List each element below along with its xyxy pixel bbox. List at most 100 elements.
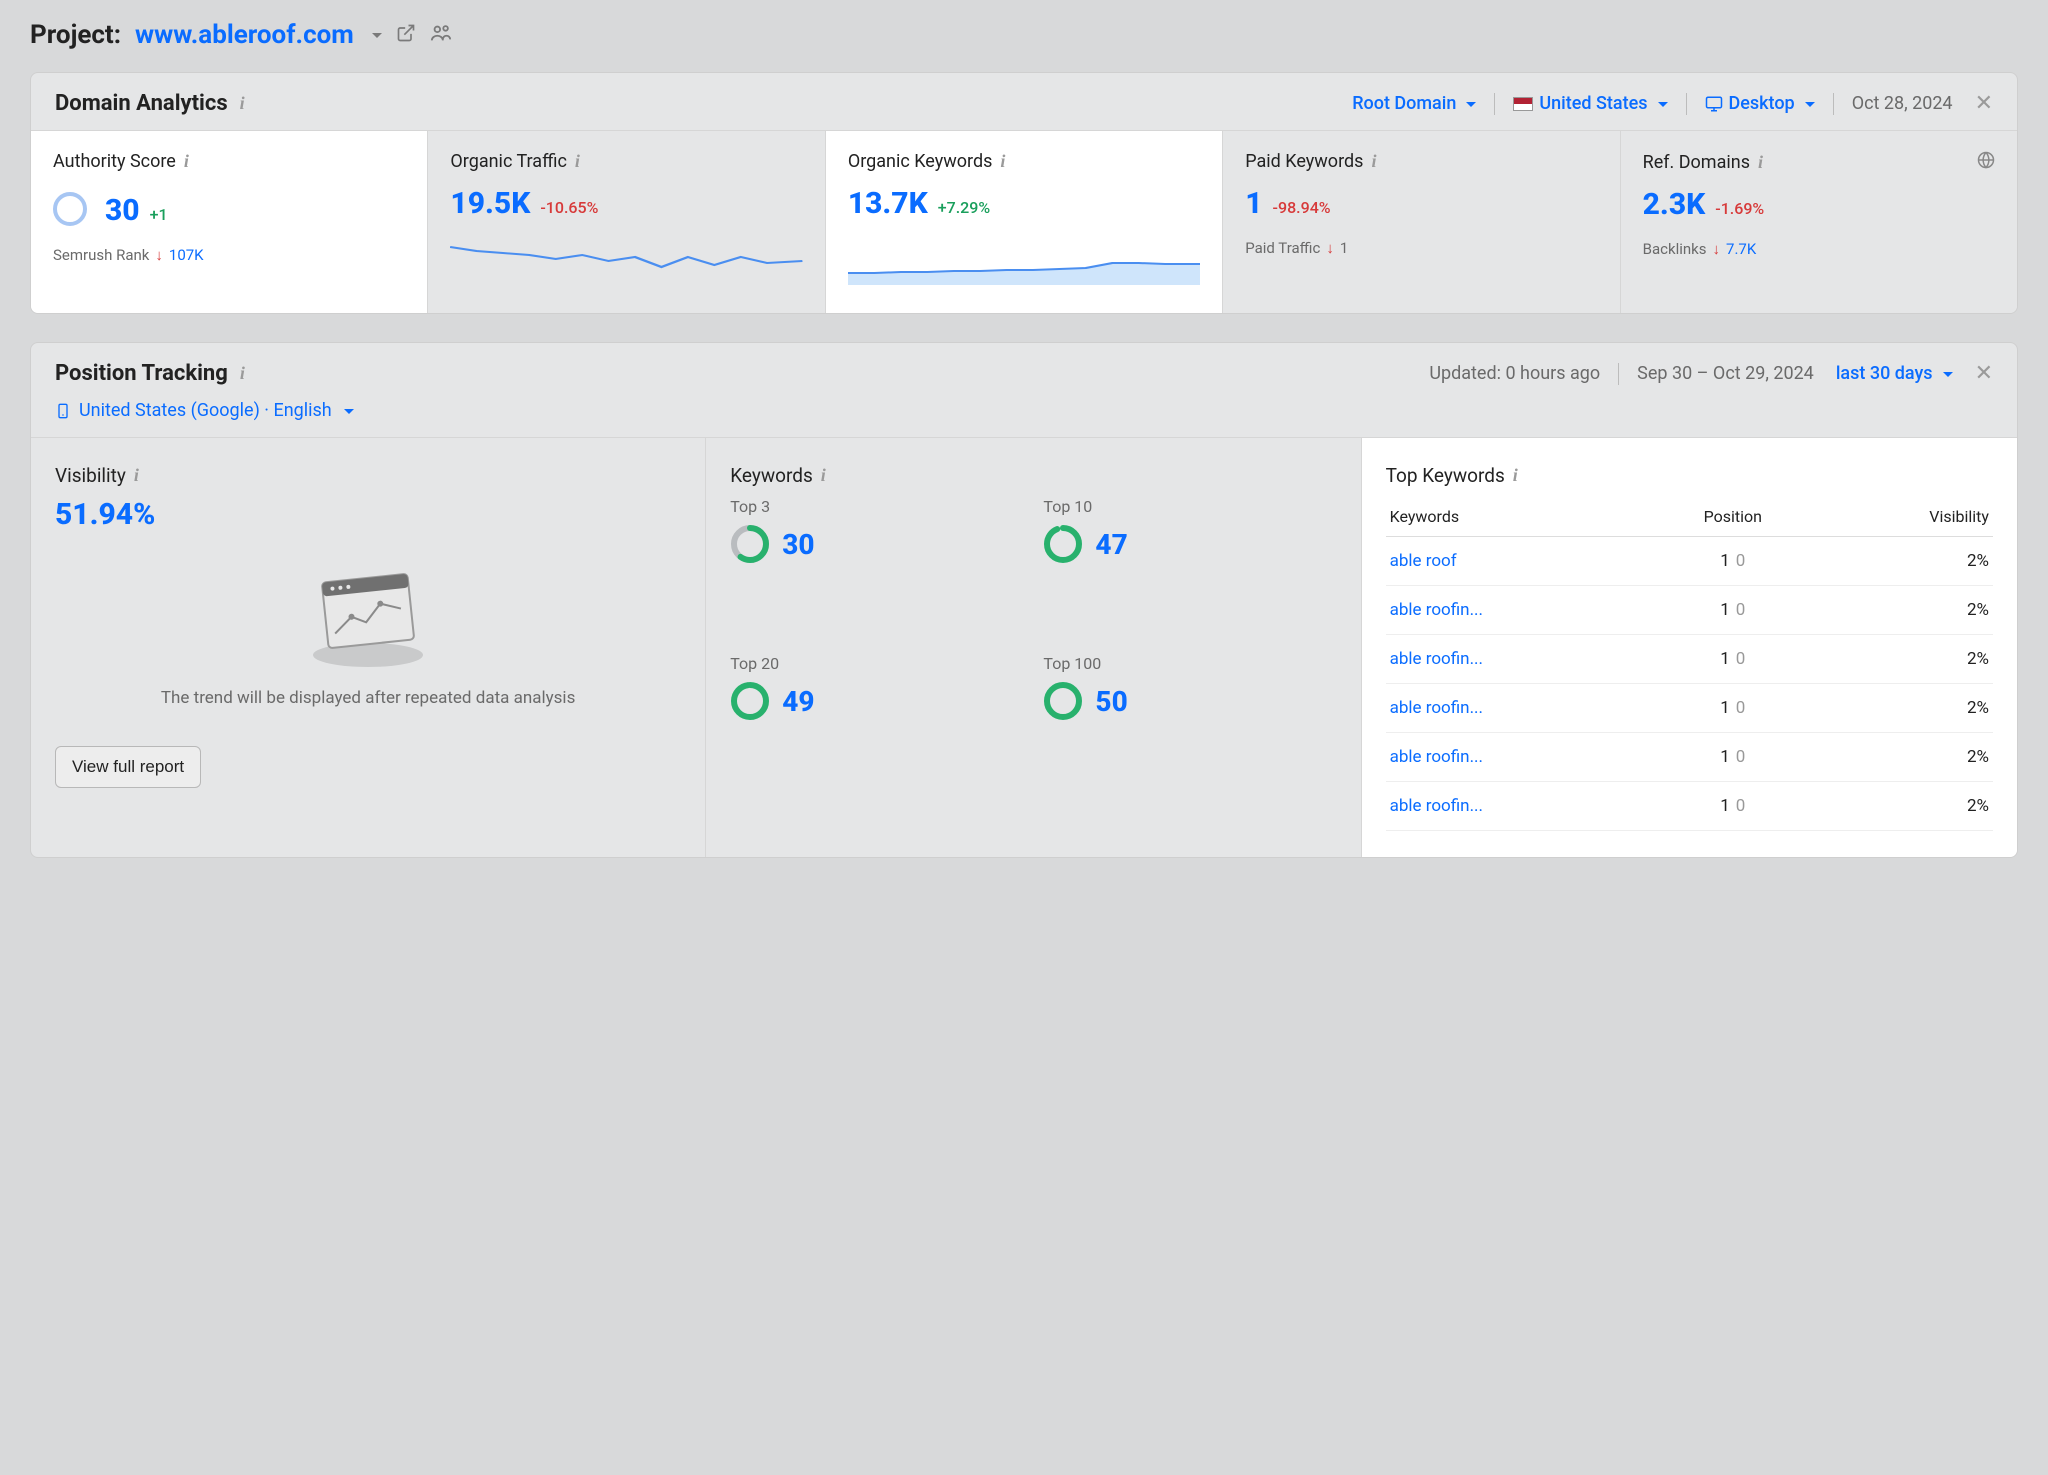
group-value: 50 — [1095, 685, 1127, 718]
sub-value: 7.7K — [1726, 240, 1756, 258]
donut-icon — [730, 524, 770, 564]
metric-value: 19.5K — [450, 186, 530, 221]
info-icon[interactable]: i — [575, 151, 580, 172]
keyword-group[interactable]: Top 330 — [730, 497, 1023, 564]
date-range: Sep 30 – Oct 29, 2024 — [1637, 363, 1814, 384]
position-cell: 10 — [1647, 684, 1818, 733]
card-organic-keywords[interactable]: Organic Keywords i 13.7K +7.29% — [826, 131, 1223, 313]
section-title: Top Keywords — [1386, 464, 1505, 487]
position-cell: 10 — [1647, 635, 1818, 684]
panel-header: Position Tracking i Updated: 0 hours ago… — [31, 343, 2017, 400]
donut-icon — [1043, 681, 1083, 721]
visibility-cell: 2% — [1818, 586, 1993, 635]
metric-value: 13.7K — [848, 186, 928, 221]
keyword-link[interactable]: able roofin... — [1390, 600, 1483, 620]
info-icon[interactable]: i — [240, 93, 245, 114]
col-visibility[interactable]: Visibility — [1818, 497, 1993, 537]
keyword-link[interactable]: able roofin... — [1390, 698, 1483, 718]
chevron-down-icon — [1801, 93, 1815, 114]
card-paid-keywords[interactable]: Paid Keywords i 1 -98.94% Paid Traffic ↓… — [1223, 131, 1620, 313]
chevron-down-icon — [1939, 363, 1953, 384]
panel-title: Domain Analytics — [55, 91, 228, 116]
domain-analytics-panel: Domain Analytics i Root Domain United St… — [30, 72, 2018, 314]
trend-placeholder: The trend will be displayed after repeat… — [55, 560, 681, 708]
globe-icon[interactable] — [1977, 151, 1995, 173]
organic-keywords-sparkline — [848, 235, 1200, 285]
arrow-down-icon: ↓ — [1713, 240, 1721, 258]
group-value: 30 — [782, 528, 814, 561]
card-authority-score[interactable]: Authority Score i 30 +1 Semrush Rank ↓ 1… — [31, 131, 428, 313]
table-row: able roofin... 102% — [1386, 684, 1993, 733]
card-title: Organic Traffic — [450, 151, 566, 172]
keyword-link[interactable]: able roofin... — [1390, 796, 1483, 816]
arrow-down-icon: ↓ — [155, 246, 163, 264]
top-keywords-section: Top Keywords i Keywords Position Visibil… — [1362, 438, 2017, 857]
sub-value: 1 — [1340, 239, 1348, 257]
table-row: able roofin... 102% — [1386, 586, 1993, 635]
metric-value: 2.3K — [1643, 187, 1706, 222]
scope-filter[interactable]: Root Domain — [1352, 93, 1476, 114]
group-value: 47 — [1095, 528, 1127, 561]
table-row: able roofin...102% — [1386, 733, 1993, 782]
position-tracking-panel: Position Tracking i Updated: 0 hours ago… — [30, 342, 2018, 858]
metric-delta: -10.65% — [540, 198, 598, 217]
chart-placeholder-icon — [303, 560, 433, 670]
info-icon[interactable]: i — [821, 465, 826, 486]
visibility-value: 51.94% — [55, 497, 681, 532]
locale-filter[interactable]: United States (Google) · English — [31, 400, 2017, 437]
card-title: Paid Keywords — [1245, 151, 1363, 172]
keyword-link[interactable]: able roofin... — [1390, 747, 1483, 767]
keyword-group[interactable]: Top 100 50 — [1043, 654, 1336, 721]
keyword-group[interactable]: Top 2049 — [730, 654, 1023, 721]
sub-label: Backlinks — [1643, 240, 1707, 258]
info-icon[interactable]: i — [134, 465, 139, 486]
info-icon[interactable]: i — [1000, 151, 1005, 172]
position-cell: 10 — [1647, 537, 1818, 586]
project-domain-link[interactable]: www.ableroof.com — [135, 20, 354, 50]
external-link-icon[interactable] — [396, 23, 416, 47]
group-label: Top 100 — [1043, 654, 1336, 673]
card-organic-traffic[interactable]: Organic Traffic i 19.5K -10.65% — [428, 131, 825, 313]
project-header: Project: www.ableroof.com — [30, 20, 2018, 50]
donut-icon — [1043, 524, 1083, 564]
info-icon[interactable]: i — [1371, 151, 1376, 172]
info-icon[interactable]: i — [240, 363, 245, 384]
sub-label: Paid Traffic — [1245, 239, 1320, 257]
device-filter[interactable]: Desktop — [1705, 93, 1815, 114]
position-cell: 10 — [1647, 586, 1818, 635]
info-icon[interactable]: i — [184, 151, 189, 172]
us-flag-icon — [1513, 97, 1533, 111]
keyword-group[interactable]: Top 1047 — [1043, 497, 1336, 564]
group-value: 49 — [782, 685, 814, 718]
country-filter[interactable]: United States — [1513, 93, 1667, 114]
info-icon[interactable]: i — [1758, 152, 1763, 173]
period-filter[interactable]: last 30 days — [1836, 363, 1953, 384]
metric-delta: -1.69% — [1715, 199, 1764, 218]
authority-gauge-icon — [53, 192, 87, 226]
position-cell: 10 — [1647, 733, 1818, 782]
visibility-cell: 2% — [1818, 537, 1993, 586]
view-full-report-button[interactable]: View full report — [55, 746, 201, 788]
chevron-down-icon — [1462, 93, 1476, 114]
share-users-icon[interactable] — [430, 22, 452, 48]
metric-delta: -98.94% — [1273, 198, 1331, 217]
card-title: Organic Keywords — [848, 151, 993, 172]
table-row: able roofin...102% — [1386, 635, 1993, 684]
table-row: able roofin...102% — [1386, 782, 1993, 831]
chevron-down-icon[interactable] — [368, 26, 382, 44]
metric-delta: +7.29% — [938, 198, 990, 217]
project-label: Project: — [30, 20, 121, 50]
info-icon[interactable]: i — [1513, 465, 1518, 486]
top-keywords-table: Keywords Position Visibility able roof 10… — [1386, 497, 1993, 831]
close-icon[interactable]: ✕ — [1975, 361, 1993, 386]
card-ref-domains[interactable]: Ref. Domains i 2.3K -1.69% Backlinks ↓ 7… — [1621, 131, 2017, 313]
col-keywords[interactable]: Keywords — [1386, 497, 1648, 537]
visibility-cell: 2% — [1818, 684, 1993, 733]
col-position[interactable]: Position — [1647, 497, 1818, 537]
card-title: Ref. Domains — [1643, 152, 1750, 173]
keyword-link[interactable]: able roofin... — [1390, 649, 1483, 669]
panel-title: Position Tracking — [55, 361, 228, 386]
close-icon[interactable]: ✕ — [1975, 91, 1993, 116]
keyword-link[interactable]: able roof — [1390, 551, 1457, 571]
chevron-down-icon — [340, 400, 354, 421]
